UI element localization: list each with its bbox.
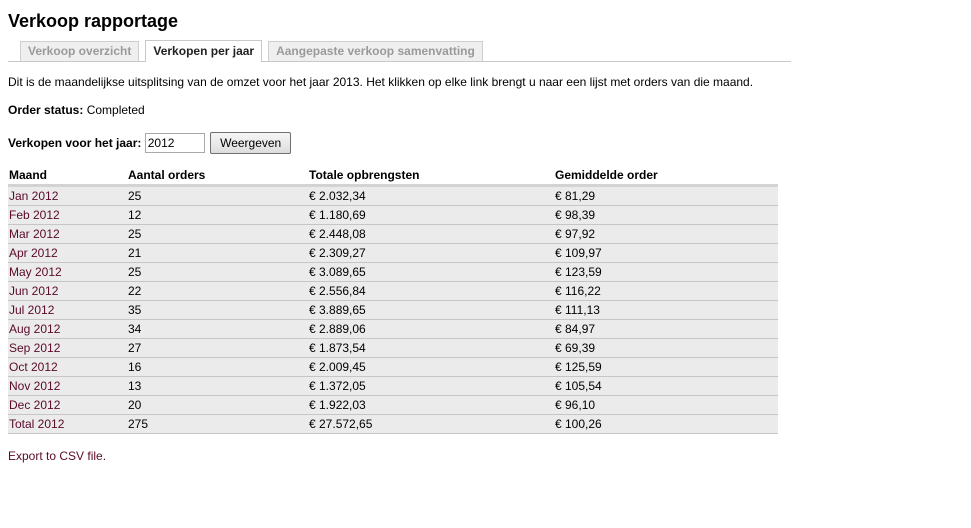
table-row: Aug 2012 34 € 2.889,06 € 84,97 xyxy=(8,319,778,339)
cell-total-revenue: € 2.032,34 xyxy=(308,185,554,206)
cell-month[interactable]: May 2012 xyxy=(8,262,127,282)
year-form: Verkopen voor het jaar: Weergeven xyxy=(8,130,971,154)
show-button[interactable]: Weergeven xyxy=(210,131,292,154)
cell-month[interactable]: Oct 2012 xyxy=(8,357,127,377)
table-header-row: Maand Aantal orders Totale opbrengsten G… xyxy=(8,166,778,187)
cell-total-revenue: € 2.309,27 xyxy=(308,243,554,263)
year-input[interactable] xyxy=(144,132,205,153)
table-row: Jul 2012 35 € 3.889,65 € 111,13 xyxy=(8,300,778,320)
cell-order-count: 16 xyxy=(127,357,308,377)
report-tabs: Verkoop overzicht Verkopen per jaar Aang… xyxy=(8,40,791,62)
table-body: Jan 2012 25 € 2.032,34 € 81,29 Feb 2012 12 € 1… xyxy=(8,185,778,434)
cell-total-revenue: € 1.372,05 xyxy=(308,376,554,396)
report-description: Dit is de maandelijkse uitsplitsing van … xyxy=(8,75,754,89)
header-average-order: Gemiddelde order xyxy=(554,166,778,187)
cell-month[interactable]: Sep 2012 xyxy=(8,338,127,358)
cell-order-count: 21 xyxy=(127,243,308,263)
table-row: Oct 2012 16 € 2.009,45 € 125,59 xyxy=(8,357,778,377)
tab-custom-sales-summary[interactable]: Aangepaste verkoop samenvatting xyxy=(268,41,483,61)
cell-month[interactable]: Aug 2012 xyxy=(8,319,127,339)
cell-month[interactable]: Jul 2012 xyxy=(8,300,127,320)
cell-month[interactable]: Feb 2012 xyxy=(8,205,127,225)
cell-order-count: 275 xyxy=(127,414,308,434)
monthly-sales-table: Maand Aantal orders Totale opbrengsten G… xyxy=(8,166,778,434)
cell-total-revenue: € 3.089,65 xyxy=(308,262,554,282)
cell-average-order: € 96,10 xyxy=(554,395,778,415)
cell-order-count: 20 xyxy=(127,395,308,415)
cell-order-count: 13 xyxy=(127,376,308,396)
table-row: Dec 2012 20 € 1.922,03 € 96,10 xyxy=(8,395,778,415)
cell-average-order: € 123,59 xyxy=(554,262,778,282)
table-row: Nov 2012 13 € 1.372,05 € 105,54 xyxy=(8,376,778,396)
table-row: Sep 2012 27 € 1.873,54 € 69,39 xyxy=(8,338,778,358)
table-row: Jan 2012 25 € 2.032,34 € 81,29 xyxy=(8,185,778,206)
cell-total-revenue: € 2.009,45 xyxy=(308,357,554,377)
cell-average-order: € 109,97 xyxy=(554,243,778,263)
header-month: Maand xyxy=(8,166,127,187)
cell-average-order: € 98,39 xyxy=(554,205,778,225)
cell-total-revenue: € 27.572,65 xyxy=(308,414,554,434)
cell-average-order: € 84,97 xyxy=(554,319,778,339)
cell-order-count: 25 xyxy=(127,185,308,206)
cell-total-revenue: € 1.922,03 xyxy=(308,395,554,415)
cell-average-order: € 100,26 xyxy=(554,414,778,434)
year-label: Verkopen voor het jaar: xyxy=(8,135,142,150)
cell-average-order: € 125,59 xyxy=(554,357,778,377)
cell-month[interactable]: Jan 2012 xyxy=(8,185,127,206)
table-row: Total 2012 275 € 27.572,65 € 100,26 xyxy=(8,414,778,434)
header-total-revenue: Totale opbrengsten xyxy=(308,166,554,187)
export-csv-link[interactable]: Export to CSV file. xyxy=(8,448,971,464)
table-row: Apr 2012 21 € 2.309,27 € 109,97 xyxy=(8,243,778,263)
cell-month[interactable]: Total 2012 xyxy=(8,414,127,434)
cell-order-count: 22 xyxy=(127,281,308,301)
cell-month[interactable]: Apr 2012 xyxy=(8,243,127,263)
cell-average-order: € 97,92 xyxy=(554,224,778,244)
cell-average-order: € 116,22 xyxy=(554,281,778,301)
table-row: Jun 2012 22 € 2.556,84 € 116,22 xyxy=(8,281,778,301)
cell-total-revenue: € 2.448,08 xyxy=(308,224,554,244)
table-row: May 2012 25 € 3.089,65 € 123,59 xyxy=(8,262,778,282)
cell-order-count: 27 xyxy=(127,338,308,358)
cell-month[interactable]: Jun 2012 xyxy=(8,281,127,301)
page-title: Verkoop rapportage xyxy=(8,11,179,31)
cell-total-revenue: € 2.889,06 xyxy=(308,319,554,339)
cell-total-revenue: € 3.889,65 xyxy=(308,300,554,320)
cell-order-count: 34 xyxy=(127,319,308,339)
cell-average-order: € 105,54 xyxy=(554,376,778,396)
tab-sales-per-year[interactable]: Verkopen per jaar xyxy=(145,40,263,62)
order-status-value: Completed xyxy=(86,103,145,117)
cell-month[interactable]: Mar 2012 xyxy=(8,224,127,244)
cell-average-order: € 111,13 xyxy=(554,300,778,320)
cell-total-revenue: € 1.180,69 xyxy=(308,205,554,225)
cell-month[interactable]: Nov 2012 xyxy=(8,376,127,396)
cell-order-count: 35 xyxy=(127,300,308,320)
sales-report-page: Verkoop rapportage Verkoop overzicht Ver… xyxy=(0,0,971,464)
cell-total-revenue: € 1.873,54 xyxy=(308,338,554,358)
table-row: Feb 2012 12 € 1.180,69 € 98,39 xyxy=(8,205,778,225)
cell-average-order: € 81,29 xyxy=(554,185,778,206)
cell-order-count: 12 xyxy=(127,205,308,225)
cell-order-count: 25 xyxy=(127,262,308,282)
cell-total-revenue: € 2.556,84 xyxy=(308,281,554,301)
tab-sales-overview[interactable]: Verkoop overzicht xyxy=(20,41,140,61)
cell-order-count: 25 xyxy=(127,224,308,244)
cell-average-order: € 69,39 xyxy=(554,338,778,358)
order-status: Order status: Completed xyxy=(8,102,971,118)
header-order-count: Aantal orders xyxy=(127,166,308,187)
table-row: Mar 2012 25 € 2.448,08 € 97,92 xyxy=(8,224,778,244)
order-status-label: Order status: xyxy=(8,103,84,117)
cell-month[interactable]: Dec 2012 xyxy=(8,395,127,415)
